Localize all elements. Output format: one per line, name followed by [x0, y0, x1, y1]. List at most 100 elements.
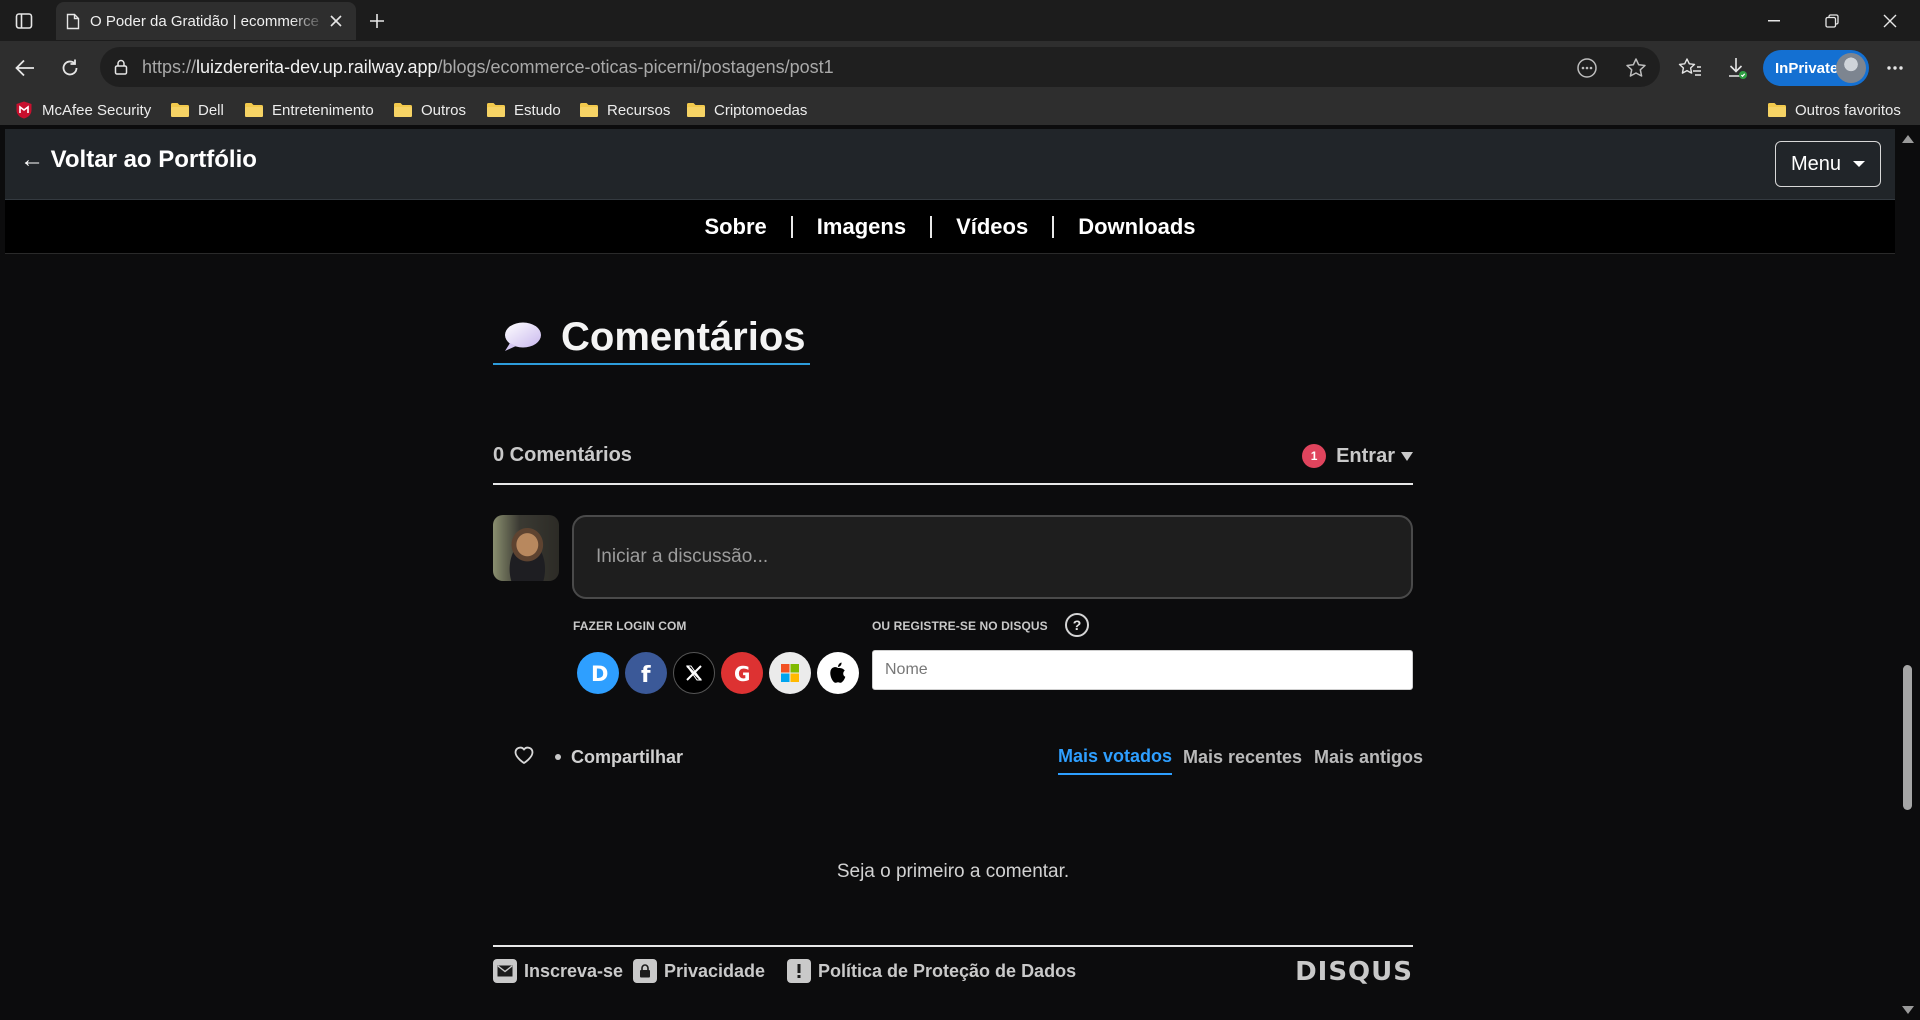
bullet-dot [555, 754, 561, 760]
browser-tab-bar: O Poder da Gratidão | ecommerce [0, 0, 1920, 41]
favorites-list-icon[interactable] [1675, 53, 1705, 83]
comments-count-bar: 0 Comentários 1 Entrar [493, 439, 1413, 485]
google-login-icon[interactable]: G [721, 652, 763, 694]
login-with-label: FAZER LOGIN COM [573, 619, 687, 633]
address-bar-input[interactable]: https://luizdererita-dev.up.railway.app/… [100, 47, 1660, 87]
disqus-logo[interactable]: DISQUS [1295, 957, 1413, 987]
site-header: ← Voltar ao Portfólio Menu [5, 129, 1895, 200]
comments-count: 0 Comentários [493, 444, 632, 466]
folder-icon [1767, 102, 1787, 118]
bookmark-label: Outros favoritos [1795, 101, 1901, 119]
caret-down-icon[interactable] [1401, 451, 1413, 461]
nav-divider [790, 215, 793, 238]
lock-icon [633, 959, 657, 983]
close-window-icon[interactable] [1861, 0, 1919, 41]
tab-title: O Poder da Gratidão | ecommerce [90, 12, 319, 30]
data-protection-policy-link[interactable]: Política de Proteção de Dados [787, 959, 1076, 983]
page-scrollbar[interactable] [1895, 129, 1920, 1020]
x-login-icon[interactable] [673, 652, 715, 694]
scrollbar-thumb[interactable] [1903, 665, 1912, 810]
mcafee-icon [14, 100, 34, 120]
minimize-icon[interactable] [1745, 0, 1803, 41]
scroll-up-arrow-icon[interactable] [1902, 135, 1914, 143]
svg-text:f: f [641, 663, 651, 685]
bookmark-folder-entretenimento[interactable]: Entretenimento [244, 99, 374, 121]
name-field[interactable] [872, 650, 1413, 690]
browser-toolbar: https://luizdererita-dev.up.railway.app/… [0, 41, 1920, 95]
bookmark-mcafee-security[interactable]: McAfee Security [14, 99, 151, 121]
folder-icon [686, 102, 706, 118]
comments-title-text: Comentários [561, 314, 806, 359]
nav-link-downloads[interactable]: Downloads [1078, 214, 1195, 240]
sort-tab-mais-antigos[interactable]: Mais antigos [1314, 739, 1423, 775]
nav-link-sobre[interactable]: Sobre [704, 214, 766, 240]
inprivate-profile-button[interactable]: InPrivate [1763, 50, 1869, 86]
bookmark-folder-estudo[interactable]: Estudo [486, 99, 561, 121]
bookmark-folder-dell[interactable]: Dell [170, 99, 224, 121]
subscribe-link[interactable]: Inscreva-se [493, 959, 623, 983]
facebook-login-icon[interactable]: f [625, 652, 667, 694]
menu-dropdown-button[interactable]: Menu [1775, 141, 1881, 187]
notification-badge[interactable]: 1 [1302, 444, 1327, 468]
folder-icon [393, 102, 413, 118]
speech-balloon-icon [501, 320, 543, 354]
envelope-icon [493, 959, 517, 983]
menu-label: Menu [1790, 152, 1842, 175]
back-arrow-icon[interactable] [10, 53, 40, 83]
sort-tab-mais-recentes[interactable]: Mais recentes [1183, 739, 1302, 775]
bookmark-folder-criptomoedas[interactable]: Criptomoedas [686, 99, 807, 121]
nav-divider [930, 215, 933, 238]
bookmarks-bar: McAfee Security Dell Entretenimento Outr… [0, 95, 1920, 125]
bookmark-label: Estudo [514, 101, 561, 119]
bookmark-label: McAfee Security [42, 101, 152, 119]
reading-mode-icon[interactable] [1572, 53, 1602, 83]
login-label[interactable]: Entrar [1336, 445, 1395, 468]
folder-icon [579, 102, 599, 118]
lock-icon[interactable] [114, 59, 128, 75]
heart-icon[interactable] [513, 745, 537, 769]
nav-divider [1052, 215, 1055, 238]
comment-input[interactable] [572, 515, 1413, 599]
svg-text:D: D [591, 662, 608, 685]
comments-heading: Comentários [493, 315, 810, 365]
new-tab-icon[interactable] [364, 8, 390, 34]
back-to-portfolio-link[interactable]: ← Voltar ao Portfólio [20, 146, 257, 174]
empty-comments-message: Seja o primeiro a comentar. [836, 861, 1070, 882]
privacy-label: Privacidade [664, 960, 766, 981]
nav-link-videos[interactable]: Vídeos [956, 214, 1028, 240]
folder-icon [244, 102, 264, 118]
help-icon[interactable]: ? [1065, 613, 1089, 637]
url-text: https://luizdererita-dev.up.railway.app/… [142, 56, 834, 77]
login-dropdown[interactable]: 1 Entrar [1302, 441, 1413, 471]
apple-login-icon[interactable] [817, 652, 859, 694]
register-disqus-label: OU REGISTRE-SE NO DISQUS [872, 619, 1048, 633]
reload-icon[interactable] [55, 53, 85, 83]
bookmark-label: Entretenimento [272, 101, 374, 119]
privacy-link[interactable]: Privacidade [633, 959, 765, 983]
share-button[interactable]: Compartilhar [555, 739, 683, 775]
nav-link-imagens[interactable]: Imagens [817, 214, 906, 240]
bookmark-folder-outros[interactable]: Outros [393, 99, 466, 121]
disqus-footer: Inscreva-se Privacidade Política de Prot… [493, 945, 1413, 993]
secondary-nav: Sobre Imagens Vídeos Downloads [5, 200, 1895, 254]
downloads-icon[interactable] [1722, 53, 1752, 83]
caret-down-icon [1853, 161, 1866, 167]
bookmark-folder-recursos[interactable]: Recursos [579, 99, 670, 121]
microsoft-login-icon[interactable] [769, 652, 811, 694]
subscribe-label: Inscreva-se [524, 960, 624, 981]
profile-avatar [1836, 53, 1866, 83]
data-policy-label: Política de Proteção de Dados [818, 960, 1077, 981]
sidebar-toggle-icon[interactable] [12, 9, 36, 33]
exclamation-icon [787, 959, 811, 983]
bookmark-folder-outros-favoritos[interactable]: Outros favoritos [1767, 99, 1901, 121]
more-options-icon[interactable] [1880, 53, 1910, 83]
disqus-login-icon[interactable]: D [577, 652, 619, 694]
sort-tab-mais-votados[interactable]: Mais votados [1058, 739, 1173, 775]
tab-close-icon[interactable] [326, 11, 346, 31]
browser-tab-active[interactable]: O Poder da Gratidão | ecommerce [56, 2, 356, 40]
bookmark-label: Recursos [607, 101, 671, 119]
favorite-star-icon[interactable] [1621, 53, 1651, 83]
restore-icon[interactable] [1803, 0, 1861, 41]
scroll-down-arrow-icon[interactable] [1902, 1006, 1914, 1014]
comments-actions-bar: Compartilhar Mais votados Mais recentes … [493, 739, 1423, 779]
